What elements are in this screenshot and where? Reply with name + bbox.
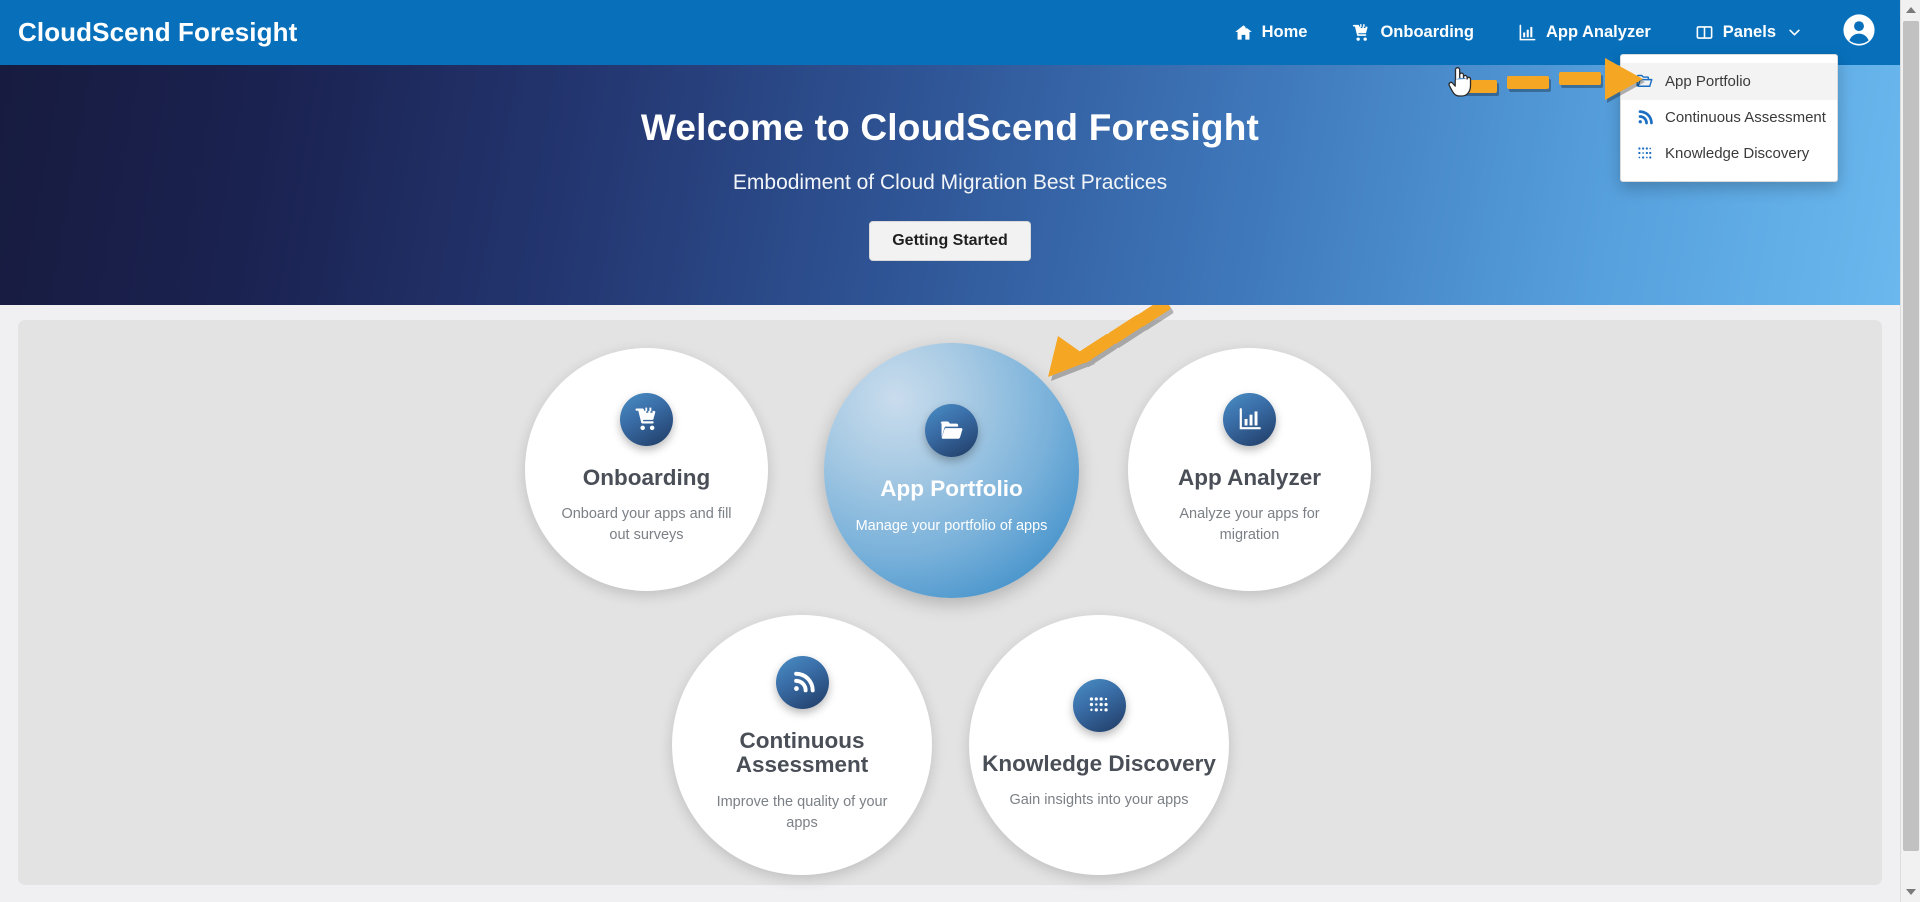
nav-item-home[interactable]: Home — [1212, 0, 1330, 65]
chevron-up-icon — [1906, 7, 1916, 13]
rss-signal-icon — [775, 655, 829, 709]
nav-item-panels-label: Panels — [1722, 23, 1776, 41]
scroll-up-arrow[interactable] — [1901, 0, 1920, 20]
dolly-icon — [620, 392, 673, 446]
nav-item-app-analyzer-label: App Analyzer — [1545, 23, 1651, 41]
home-icon — [1234, 23, 1253, 42]
dropdown-item-knowledge-discovery-label: Knowledge Discovery — [1665, 144, 1810, 162]
vertical-scrollbar[interactable] — [1900, 0, 1920, 902]
nav-item-onboarding-label: Onboarding — [1380, 23, 1474, 41]
hero-button-row: Getting Started — [0, 221, 1900, 261]
avatar[interactable] — [1824, 13, 1900, 52]
dropdown-item-continuous-assessment[interactable]: Continuous Assessment — [1621, 100, 1837, 135]
scrollbar-thumb[interactable] — [1903, 21, 1919, 851]
card-app-portfolio-title: App Portfolio — [880, 476, 1023, 502]
chevron-down-icon — [1906, 889, 1916, 895]
hero-banner: Welcome to CloudScend Foresight Embodime… — [0, 65, 1900, 305]
bar-chart-icon — [1518, 23, 1537, 42]
top-navigation-bar: CloudScend Foresight Home Onboarding App… — [0, 0, 1900, 65]
open-folder-icon — [925, 404, 978, 458]
nav-item-home-label: Home — [1261, 23, 1308, 41]
dropdown-item-app-portfolio[interactable]: App Portfolio — [1621, 63, 1837, 100]
nav-item-onboarding[interactable]: Onboarding — [1329, 0, 1496, 65]
dropdown-item-continuous-assessment-label: Continuous Assessment — [1665, 109, 1826, 126]
dot-grid-icon — [1635, 144, 1654, 162]
page-title: Welcome to CloudScend Foresight — [640, 107, 1260, 148]
dropdown-item-app-portfolio-label: App Portfolio — [1665, 73, 1751, 90]
card-app-analyzer[interactable]: App Analyzer Analyze your apps for migra… — [1128, 348, 1371, 591]
card-app-portfolio[interactable]: App Portfolio Manage your portfolio of a… — [824, 343, 1079, 598]
hero-subtitle: Embodiment of Cloud Migration Best Pract… — [732, 171, 1168, 194]
card-knowledge-discovery-description: Gain insights into your apps — [1009, 792, 1189, 809]
open-folder-icon — [1635, 72, 1654, 91]
card-app-portfolio-description: Manage your portfolio of apps — [855, 517, 1048, 534]
getting-started-button[interactable]: Getting Started — [869, 221, 1031, 261]
rss-signal-icon — [1635, 109, 1654, 126]
dolly-icon — [1351, 23, 1371, 43]
user-avatar-icon — [1842, 13, 1876, 52]
card-onboarding-description: Onboard your apps and fill out surveys — [561, 506, 732, 544]
chevron-down-icon — [1787, 25, 1802, 40]
card-onboarding-title: Onboarding — [582, 464, 711, 490]
card-continuous-assessment-description: Improve the quality of your apps — [716, 794, 888, 832]
panels-icon — [1695, 23, 1714, 42]
app-root: CloudScend Foresight Home Onboarding App… — [0, 0, 1920, 902]
card-app-analyzer-description: Analyze your apps for migration — [1179, 506, 1320, 544]
dot-grid-icon — [1072, 678, 1126, 732]
card-onboarding[interactable]: Onboarding Onboard your apps and fill ou… — [525, 348, 768, 591]
bar-chart-icon — [1223, 392, 1276, 446]
card-knowledge-discovery-title: Knowledge Discovery — [982, 750, 1216, 776]
card-knowledge-discovery[interactable]: Knowledge Discovery Gain insights into y… — [969, 615, 1229, 875]
app-brand-title: CloudScend Foresight — [18, 17, 298, 47]
card-continuous-assessment-title: Continuous Assessment — [735, 727, 869, 778]
panels-dropdown-menu: App Portfolio Continuous Assessment Know… — [1620, 54, 1838, 182]
card-continuous-assessment[interactable]: Continuous Assessment Improve the qualit… — [672, 615, 932, 875]
dropdown-item-knowledge-discovery[interactable]: Knowledge Discovery — [1621, 135, 1837, 171]
card-app-analyzer-title: App Analyzer — [1178, 464, 1321, 490]
scroll-down-arrow[interactable] — [1901, 882, 1920, 902]
